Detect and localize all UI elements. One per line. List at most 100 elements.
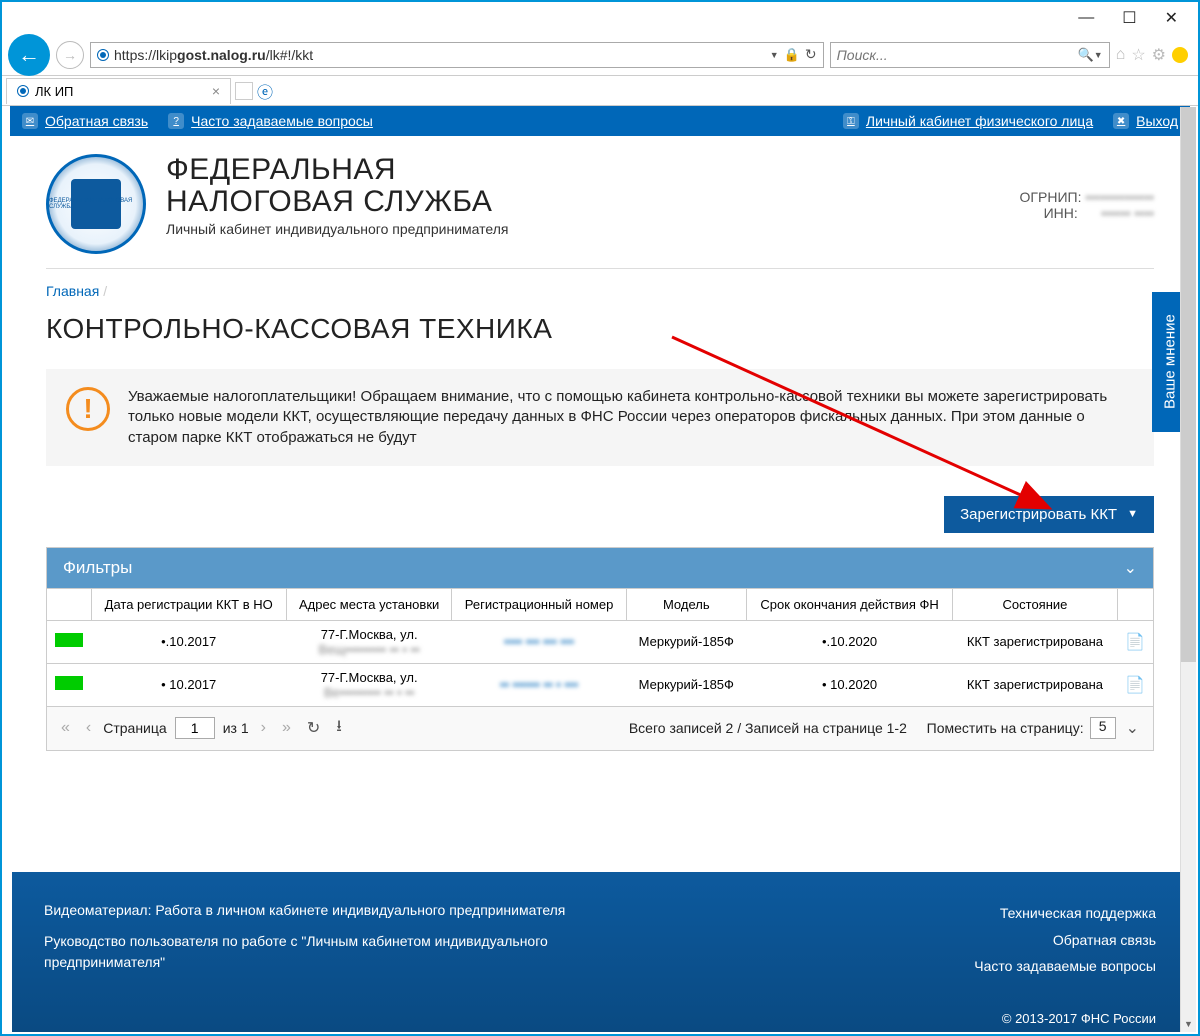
org-subtitle: Личный кабинет индивидуального предприни… — [166, 221, 508, 237]
reload-icon[interactable]: ↻ — [805, 46, 817, 63]
cell-expiry: •.10.2020 — [746, 620, 953, 663]
tab-close-icon[interactable]: × — [212, 83, 220, 99]
back-button[interactable]: ← — [8, 34, 50, 76]
nav-exit[interactable]: ✖Выход — [1113, 113, 1178, 129]
cell-date: • 10.2017 — [91, 663, 286, 706]
footer-link-feedback[interactable]: Обратная связь — [974, 927, 1156, 954]
kkt-table: Дата регистрации ККТ в НОАдрес места уст… — [46, 588, 1154, 707]
question-icon: ? — [168, 113, 184, 129]
window-controls: — ☐ ✕ — [1058, 2, 1198, 34]
footer-link-manual[interactable]: Руководство пользователя по работе с "Ли… — [44, 931, 584, 973]
page-header: ФЕДЕРАЛЬНАЯНАЛОГОВАЯ СЛУЖБА Личный кабин… — [46, 146, 1154, 269]
cell-date: •.10.2017 — [91, 620, 286, 663]
breadcrumb: Главная/ — [46, 269, 1154, 305]
row-action-icon[interactable]: 📄 — [1125, 677, 1145, 694]
ie-icon[interactable]: ⓔ — [257, 79, 273, 103]
search-icon[interactable]: 🔍 — [1078, 47, 1094, 63]
register-kkt-button[interactable]: Зарегистрировать ККТ▼ — [944, 496, 1154, 533]
column-header[interactable] — [47, 588, 92, 620]
tab-title: ЛК ИП — [35, 84, 73, 99]
lock-icon: 🔒 — [784, 47, 800, 63]
footer-link-support[interactable]: Техническая поддержка — [974, 900, 1156, 927]
cell-expiry: • 10.2020 — [746, 663, 953, 706]
last-page-button[interactable]: » — [278, 719, 295, 737]
prev-page-button[interactable]: ‹ — [82, 719, 95, 737]
cell-regnum: •• •••••• •• • ••• — [452, 663, 626, 706]
home-icon[interactable]: ⌂ — [1116, 46, 1126, 64]
notice-text: Уважаемые налогоплательщики! Обращаем вн… — [128, 387, 1134, 448]
pagination-bar: « ‹ Страница из 1 › » ↻ ⭳ Всего записей … — [46, 707, 1154, 751]
chevron-down-icon: ▼ — [1127, 508, 1138, 520]
table-row[interactable]: •.10.201777-Г.Москва, ул.Вещ••••••••• ••… — [47, 620, 1154, 663]
tabs-bar: ЛК ИП × ⓔ — [2, 76, 1198, 106]
fns-logo — [46, 154, 146, 254]
cell-regnum: •••• ••• ••• ••• — [452, 620, 626, 663]
minimize-icon[interactable]: — — [1078, 9, 1094, 27]
column-header[interactable] — [1117, 588, 1153, 620]
column-header[interactable]: Срок окончания действия ФН — [746, 588, 953, 620]
page-footer: Видеоматериал: Работа в личном кабинете … — [12, 872, 1188, 1032]
new-tab-button[interactable] — [235, 82, 253, 100]
maximize-icon[interactable]: ☐ — [1122, 8, 1136, 28]
cell-state: ККТ зарегистрирована — [953, 620, 1117, 663]
browser-tab[interactable]: ЛК ИП × — [6, 78, 231, 104]
cell-model: Меркурий-185Ф — [626, 620, 746, 663]
table-row[interactable]: • 10.201777-Г.Москва, ул.Ве••••••••• •• … — [47, 663, 1154, 706]
page-label: Страница — [103, 720, 166, 736]
download-button[interactable]: ⭳ — [332, 715, 346, 742]
warning-icon: ! — [66, 387, 110, 431]
breadcrumb-home[interactable]: Главная — [46, 283, 99, 299]
column-header[interactable]: Состояние — [953, 588, 1117, 620]
column-header[interactable]: Модель — [626, 588, 746, 620]
cell-model: Меркурий-185Ф — [626, 663, 746, 706]
footer-link-video[interactable]: Видеоматериал: Работа в личном кабинете … — [44, 900, 584, 921]
scroll-thumb[interactable] — [1181, 107, 1196, 662]
status-indicator — [55, 633, 83, 647]
of-label: из 1 — [223, 720, 249, 736]
search-input[interactable] — [837, 47, 1078, 63]
row-action-icon[interactable]: 📄 — [1125, 634, 1145, 651]
key-icon: ⚿ — [843, 113, 859, 129]
cell-address: 77-Г.Москва, ул.Вещ••••••••• •• • •• — [286, 620, 451, 663]
page-navbar: ✉Обратная связь ?Часто задаваемые вопрос… — [10, 106, 1190, 136]
tab-favicon — [17, 85, 29, 97]
status-indicator — [55, 676, 83, 690]
smiley-icon[interactable] — [1172, 47, 1188, 63]
org-title: ФЕДЕРАЛЬНАЯНАЛОГОВАЯ СЛУЖБА — [166, 154, 508, 217]
forward-button[interactable]: → — [56, 41, 84, 69]
footer-link-faq[interactable]: Часто задаваемые вопросы — [974, 953, 1156, 980]
cell-state: ККТ зарегистрирована — [953, 663, 1117, 706]
per-page-dropdown[interactable]: ⌄ — [1122, 718, 1143, 738]
per-page-label: Поместить на страницу: — [927, 720, 1084, 736]
column-header[interactable]: Адрес места установки — [286, 588, 451, 620]
scroll-down-icon[interactable]: ▼ — [1181, 1016, 1196, 1032]
filters-label: Фильтры — [63, 558, 132, 578]
gear-icon[interactable]: ⚙ — [1152, 45, 1166, 65]
next-page-button[interactable]: › — [257, 719, 270, 737]
copyright: © 2013-2017 ФНС России — [1002, 1011, 1156, 1026]
cell-address: 77-Г.Москва, ул.Ве••••••••• •• • •• — [286, 663, 451, 706]
nav-feedback[interactable]: ✉Обратная связь — [22, 113, 148, 129]
envelope-icon: ✉ — [22, 113, 38, 129]
url-dropdown-icon[interactable]: ▼ — [770, 50, 779, 60]
url-text: https://lkipgost.nalog.ru/lk#!/kkt — [114, 47, 765, 63]
search-bar[interactable]: 🔍 ▼ — [830, 42, 1110, 68]
nav-faq[interactable]: ?Часто задаваемые вопросы — [168, 113, 373, 129]
nav-personal[interactable]: ⚿Личный кабинет физического лица — [843, 113, 1093, 129]
vertical-scrollbar[interactable]: ▲ ▼ — [1180, 107, 1196, 1032]
filters-panel[interactable]: Фильтры ⌄ — [46, 547, 1154, 588]
favorites-icon[interactable]: ☆ — [1131, 45, 1145, 65]
address-bar[interactable]: https://lkipgost.nalog.ru/lk#!/kkt ▼ 🔒 ↻ — [90, 42, 824, 68]
column-header[interactable]: Дата регистрации ККТ в НО — [91, 588, 286, 620]
notice-box: ! Уважаемые налогоплательщики! Обращаем … — [46, 369, 1154, 466]
exit-icon: ✖ — [1113, 113, 1129, 129]
page-input[interactable] — [175, 717, 215, 739]
page-title: КОНТРОЛЬНО-КАССОВАЯ ТЕХНИКА — [46, 313, 1154, 345]
close-icon[interactable]: ✕ — [1165, 8, 1178, 28]
refresh-button[interactable]: ↻ — [303, 718, 324, 738]
site-icon — [97, 49, 109, 61]
search-dropdown-icon[interactable]: ▼ — [1094, 50, 1103, 60]
per-page-value: 5 — [1090, 717, 1116, 739]
first-page-button[interactable]: « — [57, 719, 74, 737]
column-header[interactable]: Регистрационный номер — [452, 588, 626, 620]
